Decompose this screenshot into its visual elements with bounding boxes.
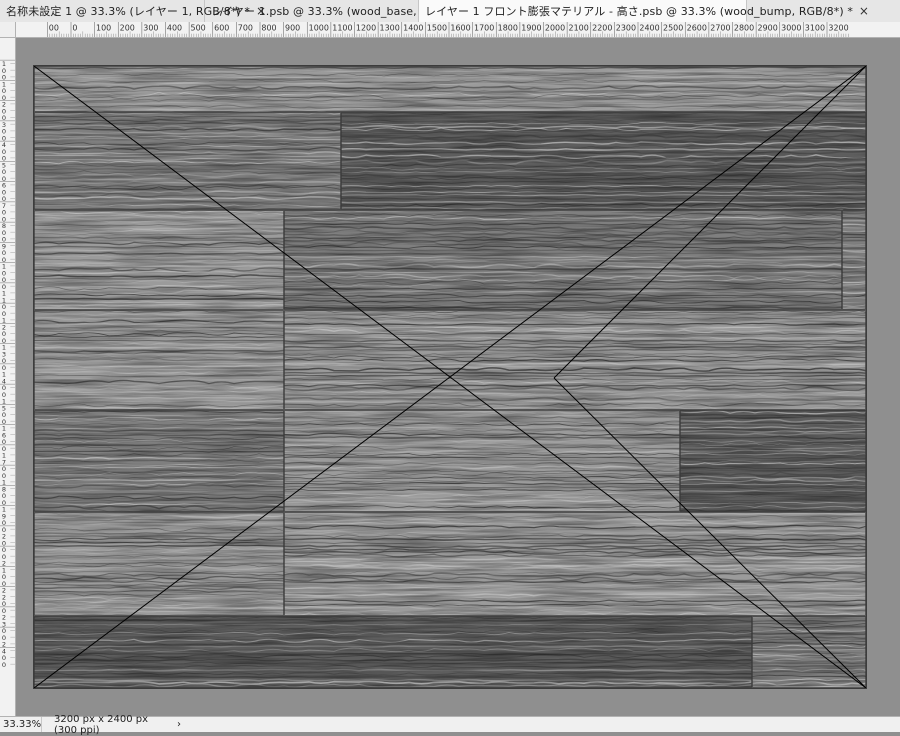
wood-grain-noise: [34, 410, 284, 512]
ruler-label: 1500: [427, 23, 447, 32]
ruler-label: 400: [167, 23, 182, 32]
document-canvas[interactable]: [34, 66, 866, 688]
status-menu-arrow-icon[interactable]: ›: [172, 719, 186, 730]
close-icon[interactable]: ×: [859, 5, 869, 17]
ruler-label: 3100: [805, 23, 825, 32]
ruler-label: 1700: [474, 23, 494, 32]
ruler-label: 800: [261, 23, 276, 32]
wood-grain-noise: [341, 112, 866, 210]
ruler-label: 1300: [380, 23, 400, 32]
ruler-label: 100: [96, 23, 111, 32]
tab-layer-1-psb[interactable]: レイヤー 1.psb @ 33.3% (wood_base, RGB/8*) *…: [205, 0, 419, 22]
ruler-origin-corner[interactable]: [0, 22, 16, 38]
wood-grain-noise: [752, 616, 866, 688]
ruler-label: 00: [49, 23, 59, 32]
wood-grain-noise: [34, 310, 284, 410]
ruler-label: 900: [285, 23, 300, 32]
ruler-label: 2000: [545, 23, 565, 32]
ruler-label: 2200: [592, 23, 612, 32]
ruler-label: 2100: [569, 23, 589, 32]
ruler-label: 200: [120, 23, 135, 32]
ruler-label: 1900: [521, 23, 541, 32]
ruler-label: 2800: [734, 23, 754, 32]
document-tab-bar: 名称未設定 1 @ 33.3% (レイヤー 1, RGB/8*) * × レイヤ…: [0, 0, 900, 23]
wood-grain-noise: [680, 410, 866, 512]
ruler-label: 700: [238, 23, 253, 32]
ruler-label: 1600: [450, 23, 470, 32]
vertical-ruler[interactable]: 1001002003004005006007008009001000110012…: [0, 38, 16, 716]
tab-label: レイヤー 1 フロント膨張マテリアル - 高さ.psb @ 33.3% (woo…: [425, 3, 853, 19]
ruler-label: 2500: [663, 23, 683, 32]
document-info: 3200 px x 2400 px (300 ppi): [42, 714, 172, 736]
ruler-label: 1400: [403, 23, 423, 32]
ruler-label: 1800: [498, 23, 518, 32]
ruler-label: 1100: [332, 23, 352, 32]
ruler-label: 3000: [781, 23, 801, 32]
wood-grain-noise: [34, 512, 284, 616]
ruler-label: 1000: [309, 23, 329, 32]
canvas-area[interactable]: [16, 38, 900, 716]
ruler-label: 300: [143, 23, 158, 32]
wood-grain-noise: [284, 310, 866, 410]
wood-grain-noise: [284, 210, 842, 310]
ruler-label: 2400: [639, 23, 659, 32]
wood-grain-noise: [284, 512, 866, 616]
wood-grain-noise: [842, 210, 866, 310]
ruler-label: 2700: [710, 23, 730, 32]
status-bar: 33.33% 3200 px x 2400 px (300 ppi) ›: [0, 716, 900, 732]
zoom-level[interactable]: 33.33%: [0, 717, 42, 732]
ruler-label: 1200: [356, 23, 376, 32]
ruler-label: 3200: [828, 23, 848, 32]
ruler-label: 500: [191, 23, 206, 32]
wood-texture-image: [34, 66, 866, 688]
wood-grain-noise: [34, 66, 866, 112]
ruler-label: 2600: [687, 23, 707, 32]
ruler-label: 0: [72, 23, 77, 32]
ruler-label: 0: [2, 661, 6, 669]
ruler-label: 2300: [616, 23, 636, 32]
tab-untitled-1[interactable]: 名称未設定 1 @ 33.3% (レイヤー 1, RGB/8*) * ×: [0, 0, 205, 22]
ruler-label: 2900: [758, 23, 778, 32]
tab-wood-bump-psb[interactable]: レイヤー 1 フロント膨張マテリアル - 高さ.psb @ 33.3% (woo…: [419, 0, 747, 22]
horizontal-ruler[interactable]: 0001002003004005006007008009001000110012…: [16, 22, 900, 38]
wood-grain-noise: [284, 410, 680, 512]
wood-grain-noise: [34, 112, 341, 210]
wood-grain-noise: [34, 616, 752, 688]
ruler-label: 600: [214, 23, 229, 32]
